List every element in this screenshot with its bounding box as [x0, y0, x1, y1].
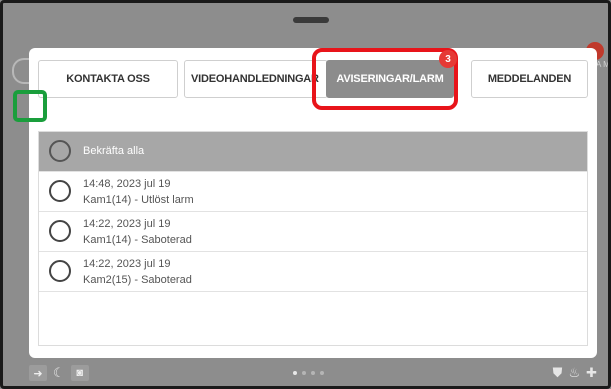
- confirm-all-label: Bekräfta alla: [83, 145, 145, 157]
- notification-radio[interactable]: [49, 260, 71, 282]
- bottom-bar: ➜ ☾ ◙ ⛊ ♨ ✚: [29, 362, 597, 386]
- page-dot[interactable]: [302, 371, 306, 375]
- notification-description: Kam2(15) - Saboterad: [83, 274, 192, 286]
- page-dot[interactable]: [293, 371, 297, 375]
- notification-count-badge: 3: [439, 50, 457, 68]
- page-dot[interactable]: [320, 371, 324, 375]
- notification-radio[interactable]: [49, 180, 71, 202]
- notification-time: 14:22, 2023 jul 19: [83, 218, 171, 230]
- confirm-all-row[interactable]: Bekräfta alla: [39, 132, 587, 172]
- moon-icon[interactable]: ☾: [53, 365, 65, 381]
- medical-cross-icon[interactable]: ✚: [586, 365, 597, 381]
- confirm-all-radio[interactable]: [49, 140, 71, 162]
- notification-radio[interactable]: [49, 220, 71, 242]
- notifications-panel: KONTAKTA OSS VIDEOHANDLEDNINGAR AVISERIN…: [29, 48, 597, 358]
- tab-highlight-box: [312, 48, 458, 110]
- fire-icon[interactable]: ♨: [568, 365, 580, 381]
- notification-description: Kam1(14) - Utlöst larm: [83, 194, 194, 206]
- tab-meddelanden[interactable]: MEDDELANDEN: [471, 60, 588, 98]
- shield-icon[interactable]: ⛊: [553, 365, 563, 381]
- page-indicator: [293, 371, 324, 375]
- bottom-left-icons: ➜ ☾ ◙: [29, 364, 89, 382]
- tab-kontakta-oss[interactable]: KONTAKTA OSS: [38, 60, 178, 98]
- list-item[interactable]: 14:22, 2023 jul 19 Kam2(15) - Saboterad: [39, 252, 587, 292]
- background-side-text: A M: [596, 60, 610, 69]
- tab-bar: KONTAKTA OSS VIDEOHANDLEDNINGAR AVISERIN…: [29, 48, 597, 128]
- notification-list: Bekräfta alla 14:48, 2023 jul 19 Kam1(14…: [38, 131, 588, 346]
- notification-time: 14:48, 2023 jul 19: [83, 178, 171, 190]
- drawer-handle[interactable]: [293, 17, 329, 23]
- exit-arrow-icon[interactable]: ➜: [29, 365, 47, 381]
- notification-description: Kam1(14) - Saboterad: [83, 234, 192, 246]
- notification-time: 14:22, 2023 jul 19: [83, 258, 171, 270]
- list-item[interactable]: 14:22, 2023 jul 19 Kam1(14) - Saboterad: [39, 212, 587, 252]
- list-item[interactable]: 14:48, 2023 jul 19 Kam1(14) - Utlöst lar…: [39, 172, 587, 212]
- bottom-right-icons: ⛊ ♨ ✚: [553, 364, 597, 382]
- tab-videohandledningar[interactable]: VIDEOHANDLEDNINGAR: [184, 60, 328, 98]
- confirm-all-highlight-box: [13, 90, 47, 122]
- camera-icon[interactable]: ◙: [70, 365, 89, 381]
- page-dot[interactable]: [311, 371, 315, 375]
